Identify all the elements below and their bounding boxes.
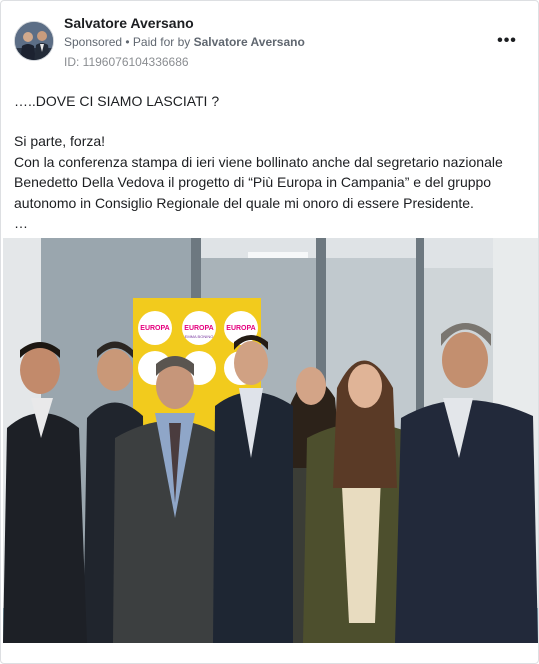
meta-separator: • (122, 35, 133, 49)
sponsored-label[interactable]: Sponsored (64, 35, 122, 49)
paid-for-prefix: Paid for by (132, 35, 194, 49)
sponsored-meta: Sponsored • Paid for by Salvatore Aversa… (64, 35, 305, 49)
post-photo[interactable]: EUROPA EUROPA EUROPA EMMA BONINO (3, 238, 538, 643)
more-horizontal-icon[interactable]: ••• (495, 31, 519, 51)
banner-logo-sub: EMMA BONINO (185, 334, 214, 339)
banner-logo-word: EUROPA (184, 325, 213, 332)
post-text-body: Si parte, forza! Con la conferenza stamp… (14, 133, 503, 231)
post-text-headline: …..DOVE CI SIAMO LASCIATI ? (14, 93, 220, 109)
banner-logo-word: EUROPA (226, 325, 255, 332)
banner-logo-word: EUROPA (140, 325, 169, 332)
group-photo-illustration: EUROPA EUROPA EUROPA EMMA BONINO (3, 238, 538, 643)
author-avatar[interactable] (14, 21, 54, 61)
sponsored-post-card: Salvatore Aversano Sponsored • Paid for … (0, 0, 539, 664)
author-name[interactable]: Salvatore Aversano (64, 15, 194, 31)
paid-for-by-name[interactable]: Salvatore Aversano (194, 35, 305, 49)
ad-id: ID: 1196076104336686 (64, 55, 189, 69)
